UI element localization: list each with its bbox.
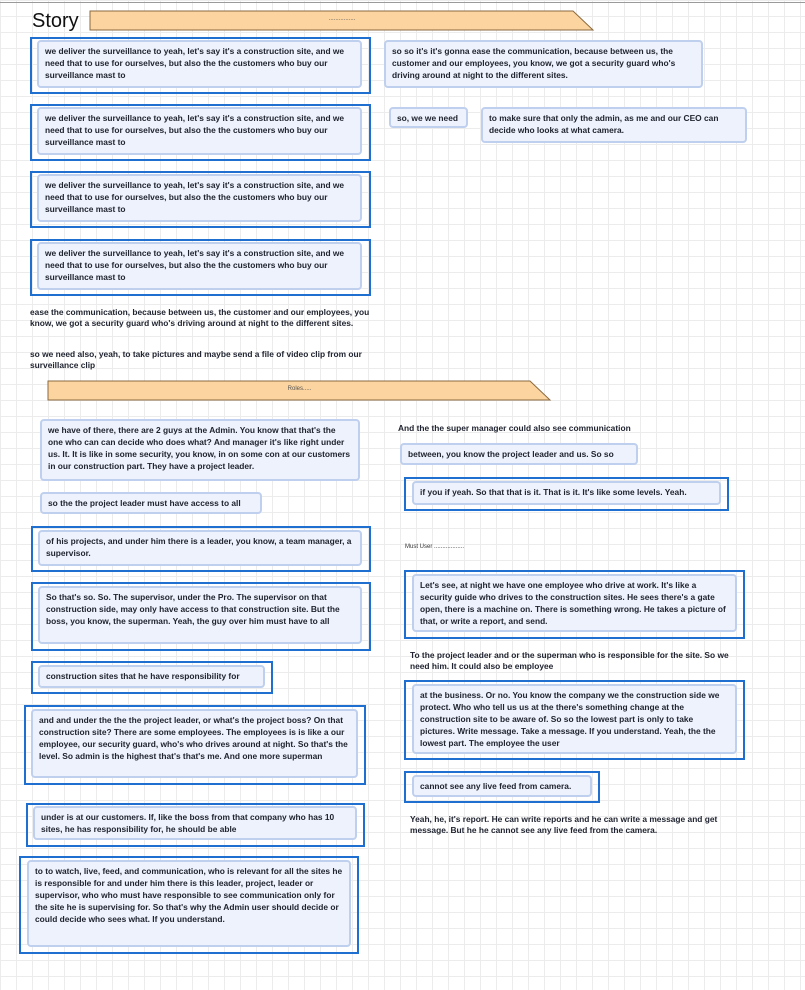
roles-right-note-3[interactable]: Let's see, at night we have one employee… (412, 574, 737, 632)
story-banner-label: ................ (328, 16, 356, 22)
roles-left-note-3[interactable]: of his projects, and under him there is … (38, 530, 362, 566)
roles-right-note-4[interactable]: at the business. Or no. You know the com… (412, 684, 737, 754)
story-note-4[interactable]: so, we we need (389, 107, 468, 128)
roles-right-text-2[interactable]: To the project leader and or the superma… (410, 650, 750, 672)
roles-right-text-1[interactable]: And the the super manager could also see… (398, 423, 738, 434)
roles-right-text-3[interactable]: Yeah, he, it's report. He can write repo… (410, 814, 755, 836)
roles-left-note-8[interactable]: to to watch, live, feed, and communicati… (27, 860, 351, 947)
roles-left-note-4[interactable]: So that's so. So. The supervisor, under … (38, 586, 362, 644)
story-note-3[interactable]: we deliver the surveillance to yeah, let… (37, 107, 362, 155)
story-text-1[interactable]: ease the communication, because between … (30, 307, 375, 329)
must-user-label: Must User .................. (405, 544, 465, 550)
story-note-7[interactable]: we deliver the surveillance to yeah, let… (37, 242, 362, 290)
story-note-6[interactable]: we deliver the surveillance to yeah, let… (37, 174, 362, 222)
story-title: Story (32, 10, 79, 32)
roles-left-note-2[interactable]: so the the project leader must have acce… (40, 492, 262, 514)
roles-left-note-6[interactable]: and and under the the the project leader… (31, 709, 358, 778)
roles-banner-label: Roles..... (287, 386, 312, 392)
roles-left-note-5[interactable]: construction sites that he have responsi… (38, 665, 265, 688)
roles-right-note-2[interactable]: if you if yeah. So that that is it. That… (412, 481, 721, 505)
roles-left-note-7[interactable]: under is at our customers. If, like the … (33, 806, 357, 840)
story-note-5[interactable]: to make sure that only the admin, as me … (481, 107, 747, 143)
story-text-2[interactable]: so we need also, yeah, to take pictures … (30, 349, 375, 371)
story-note-2[interactable]: so so it's it's gonna ease the communica… (384, 40, 703, 88)
roles-right-note-5[interactable]: cannot see any live feed from camera. (412, 775, 592, 797)
roles-right-note-1[interactable]: between, you know the project leader and… (400, 443, 638, 465)
story-arrow-banner[interactable]: ................ (89, 10, 595, 32)
roles-arrow-banner[interactable]: Roles..... (47, 380, 552, 402)
story-note-1[interactable]: we deliver the surveillance to yeah, let… (37, 40, 362, 88)
top-divider (0, 2, 805, 3)
roles-left-note-1[interactable]: we have of there, there are 2 guys at th… (40, 419, 360, 481)
